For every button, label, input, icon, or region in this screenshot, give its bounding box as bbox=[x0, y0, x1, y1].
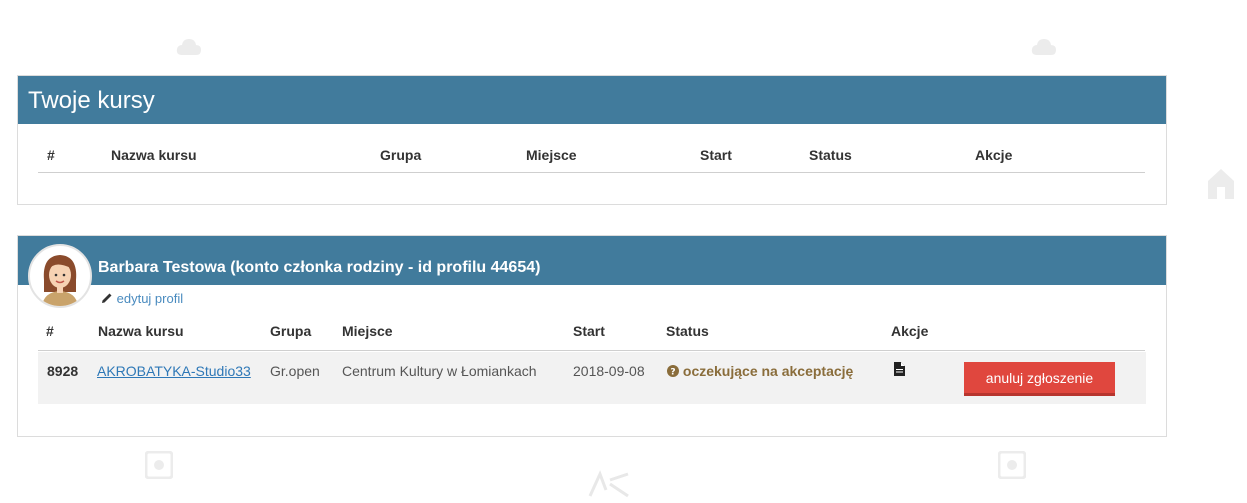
course-id: 8928 bbox=[47, 363, 79, 379]
scribble-icon bbox=[588, 470, 632, 503]
table-divider bbox=[38, 350, 1145, 351]
document-icon[interactable] bbox=[894, 362, 905, 379]
course-start-date: 2018-09-08 bbox=[573, 363, 645, 379]
question-circle-icon: ? bbox=[667, 364, 679, 380]
column-header-start: Start bbox=[573, 323, 605, 339]
cloud-icon bbox=[176, 38, 202, 61]
courses-panel: Twoje kursy # Nazwa kursu Grupa Miejsce … bbox=[17, 75, 1167, 205]
column-header-status: Status bbox=[666, 323, 709, 339]
profile-name: Barbara Testowa (konto członka rodziny -… bbox=[98, 259, 541, 276]
edit-profile-label: edytuj profil bbox=[116, 291, 184, 306]
avatar bbox=[28, 244, 92, 308]
column-header-course-name: Nazwa kursu bbox=[98, 323, 184, 339]
column-header-group: Grupa bbox=[270, 323, 312, 339]
status-text: oczekujące na akceptację bbox=[682, 363, 854, 379]
cloud-icon bbox=[1031, 38, 1057, 61]
table-divider bbox=[38, 172, 1145, 173]
column-header-place: Miejsce bbox=[342, 323, 393, 339]
page-title: Twoje kursy bbox=[28, 87, 155, 114]
column-header-actions: Akcje bbox=[975, 147, 1013, 163]
status-badge: ? oczekujące na akceptację bbox=[667, 363, 853, 380]
svg-text:?: ? bbox=[670, 368, 675, 378]
picture-icon bbox=[144, 450, 174, 484]
column-header-place: Miejsce bbox=[526, 147, 577, 163]
courses-panel-header: Twoje kursy bbox=[18, 76, 1166, 124]
course-place: Centrum Kultury w Łomiankach bbox=[342, 363, 537, 379]
course-name-link[interactable]: AKROBATYKA-Studio33 bbox=[97, 363, 251, 379]
course-group: Gr.open bbox=[270, 363, 320, 379]
column-header-start: Start bbox=[700, 147, 732, 163]
picture-icon bbox=[997, 450, 1027, 484]
column-header-number: # bbox=[46, 323, 54, 339]
column-header-actions: Akcje bbox=[891, 323, 929, 339]
cancel-application-button[interactable]: anuluj zgłoszenie bbox=[964, 362, 1115, 396]
edit-profile-link[interactable]: edytuj profil bbox=[101, 291, 183, 307]
profile-panel: Barbara Testowa (konto członka rodziny -… bbox=[17, 235, 1167, 437]
house-icon bbox=[1206, 165, 1236, 204]
column-header-group: Grupa bbox=[380, 147, 422, 163]
column-header-status: Status bbox=[809, 147, 852, 163]
pencil-icon bbox=[101, 292, 113, 307]
column-header-course-name: Nazwa kursu bbox=[111, 147, 197, 163]
column-header-number: # bbox=[47, 147, 55, 163]
